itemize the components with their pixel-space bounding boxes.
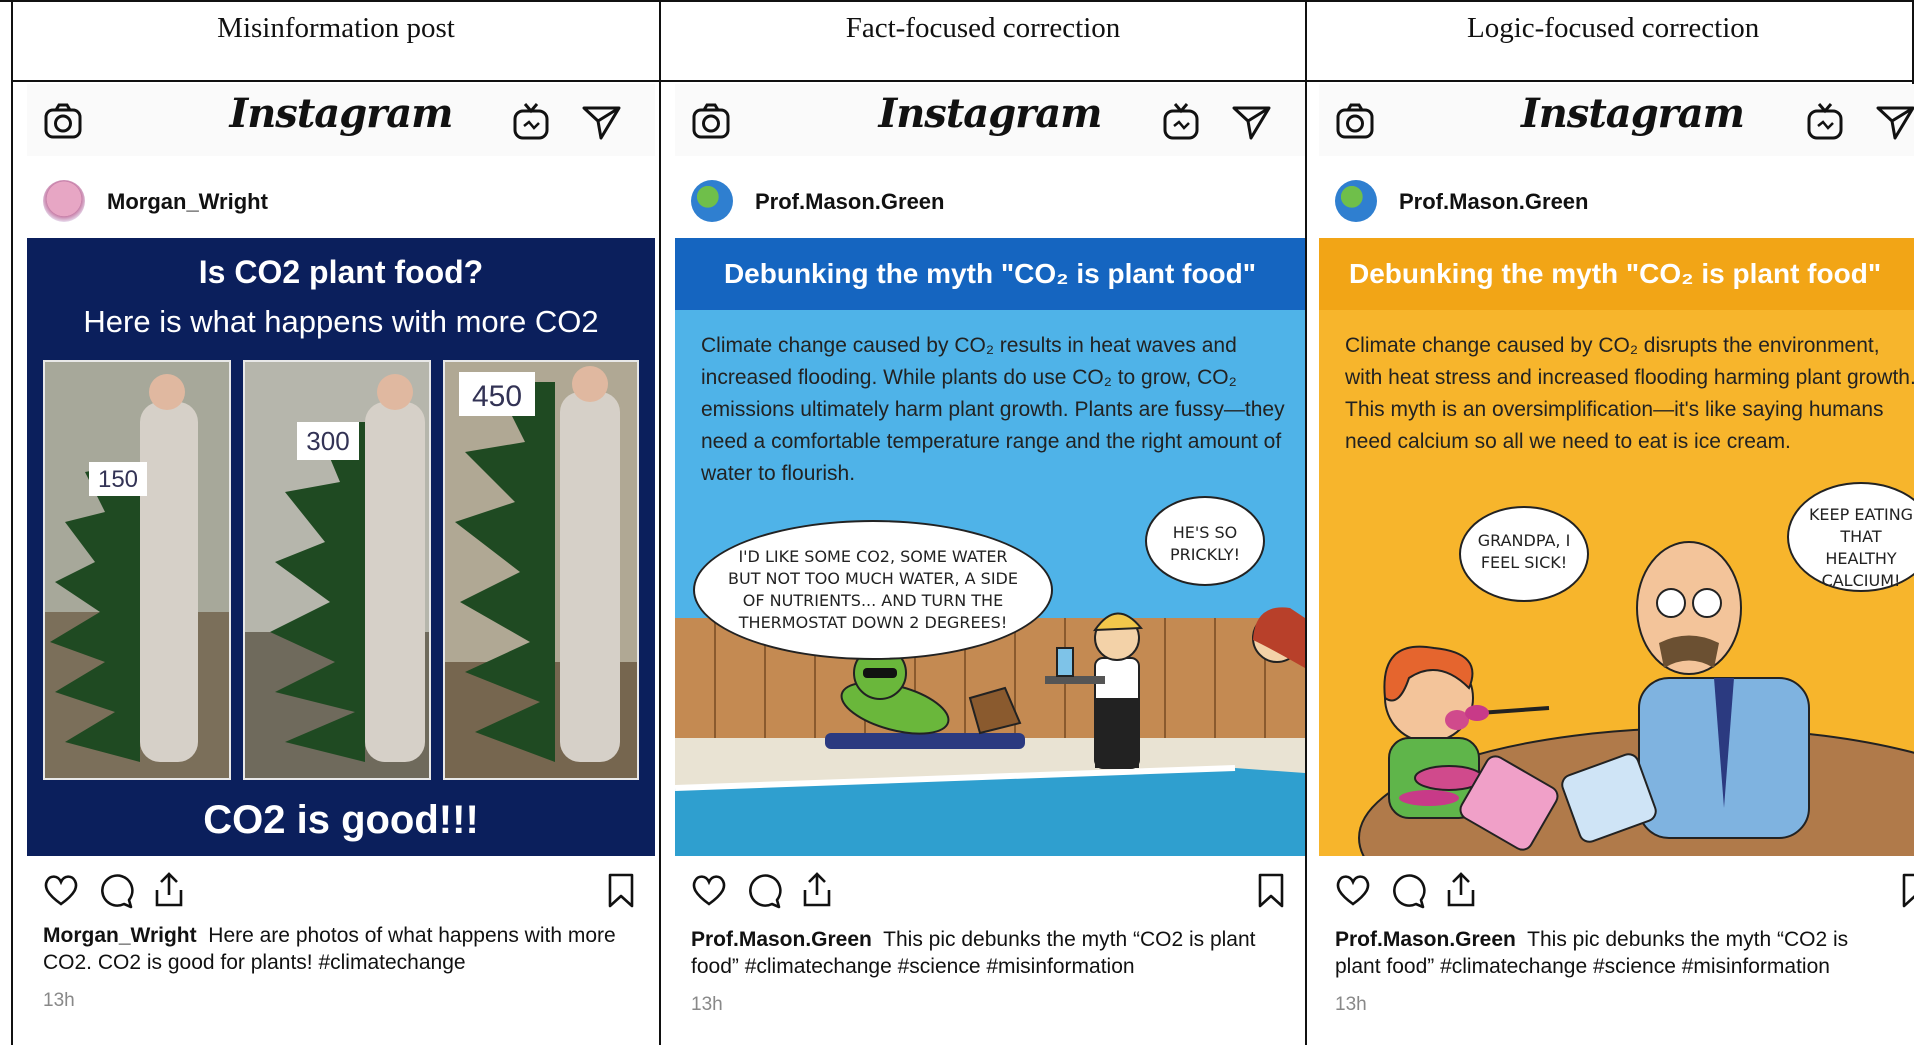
direct-message-icon[interactable] [1229,100,1273,144]
post-image: Is CO2 plant food? Here is what happens … [27,238,655,856]
username[interactable]: Prof.Mason.Green [755,189,944,215]
instagram-logo: Instagram [878,90,1103,137]
direct-message-icon[interactable] [1873,100,1914,144]
comment-icon[interactable] [95,870,135,910]
post-timestamp: 13h [1335,994,1367,1015]
igtv-icon[interactable] [1159,100,1203,144]
post-image: Debunking the myth "CO₂ is plant food" C… [675,238,1305,856]
share-icon[interactable] [149,870,189,910]
igtv-icon[interactable] [1803,100,1847,144]
post-header: Morgan_Wright [27,156,655,238]
avatar[interactable] [43,180,85,222]
post-actions [1319,856,1914,922]
post-title: Debunking the myth "CO₂ is plant food" [675,238,1305,310]
post-body-text: Climate change caused by CO₂ disrupts th… [1345,334,1914,453]
instagram-top-bar: Instagram [27,84,655,157]
caption-username[interactable]: Prof.Mason.Green [1335,928,1516,951]
post-footer-text: CO2 is good!!! [203,798,479,842]
share-icon[interactable] [797,870,837,910]
post-header: Prof.Mason.Green [675,156,1305,238]
post-title: Is CO2 plant food? [198,254,484,290]
photo-150: 150 [43,360,231,780]
bookmark-icon[interactable] [601,870,641,910]
photo-label: 300 [306,426,349,456]
photo-450: 450 [443,360,639,780]
post-image: Debunking the myth "CO₂ is plant food" C… [1319,238,1914,856]
column-header: Logic-focused correction [1307,0,1914,82]
instagram-top-bar: Instagram [1319,84,1914,157]
post-title: Debunking the myth "CO₂ is plant food" [1319,238,1914,310]
heart-icon[interactable] [41,870,81,910]
caption-username[interactable]: Prof.Mason.Green [691,928,872,951]
igtv-icon[interactable] [509,100,553,144]
instagram-screen: Instagram Morgan_Wright Is CO2 plant foo… [27,84,655,1045]
heart-icon[interactable] [1333,870,1373,910]
column-fact-correction: Fact-focused correction Instagram Prof.M… [659,0,1305,1045]
post-caption: Prof.Mason.Green This pic debunks the my… [691,926,1285,980]
column-misinformation: Misinformation post Instagram Morgan_Wri… [11,0,659,1045]
post-timestamp: 13h [43,990,75,1011]
avatar[interactable] [691,180,733,222]
post-header: Prof.Mason.Green [1319,156,1914,238]
post-actions [27,856,655,922]
instagram-logo: Instagram [229,90,454,137]
heart-icon[interactable] [689,870,729,910]
direct-message-icon[interactable] [579,100,623,144]
bookmark-icon[interactable] [1895,870,1914,910]
column-header: Misinformation post [13,0,659,82]
post-subtitle: Here is what happens with more CO2 [83,304,599,339]
photo-label: 150 [98,466,138,493]
column-logic-correction: Logic-focused correction Instagram Prof.… [1305,0,1914,1045]
bookmark-icon[interactable] [1251,870,1291,910]
photo-label: 450 [472,380,522,413]
comment-icon[interactable] [1387,870,1427,910]
username[interactable]: Prof.Mason.Green [1399,189,1588,215]
post-caption: Morgan_Wright Here are photos of what ha… [43,922,635,976]
speech-bubble-left: GRANDPA, I FEEL SICK! [1459,506,1589,602]
comment-icon[interactable] [743,870,783,910]
username[interactable]: Morgan_Wright [107,189,268,215]
instagram-screen: Instagram Prof.Mason.Green Debunking the… [675,84,1305,1045]
column-header: Fact-focused correction [661,0,1305,82]
caption-username[interactable]: Morgan_Wright [43,924,197,947]
share-icon[interactable] [1441,870,1481,910]
post-actions [675,856,1305,922]
speech-bubble-left: I'D LIKE SOME CO2, SOME WATER BUT NOT TO… [693,520,1053,660]
post-timestamp: 13h [691,994,723,1015]
instagram-top-bar: Instagram [675,84,1305,157]
photo-300: 300 [243,360,431,780]
speech-bubble-right: HE'S SO PRICKLY! [1145,496,1265,586]
post-caption: Prof.Mason.Green This pic debunks the my… [1335,926,1896,980]
instagram-screen: Instagram Prof.Mason.Green Debunking the… [1319,84,1914,1045]
post-body-text: Climate change caused by CO₂ results in … [701,334,1285,485]
avatar[interactable] [1335,180,1377,222]
